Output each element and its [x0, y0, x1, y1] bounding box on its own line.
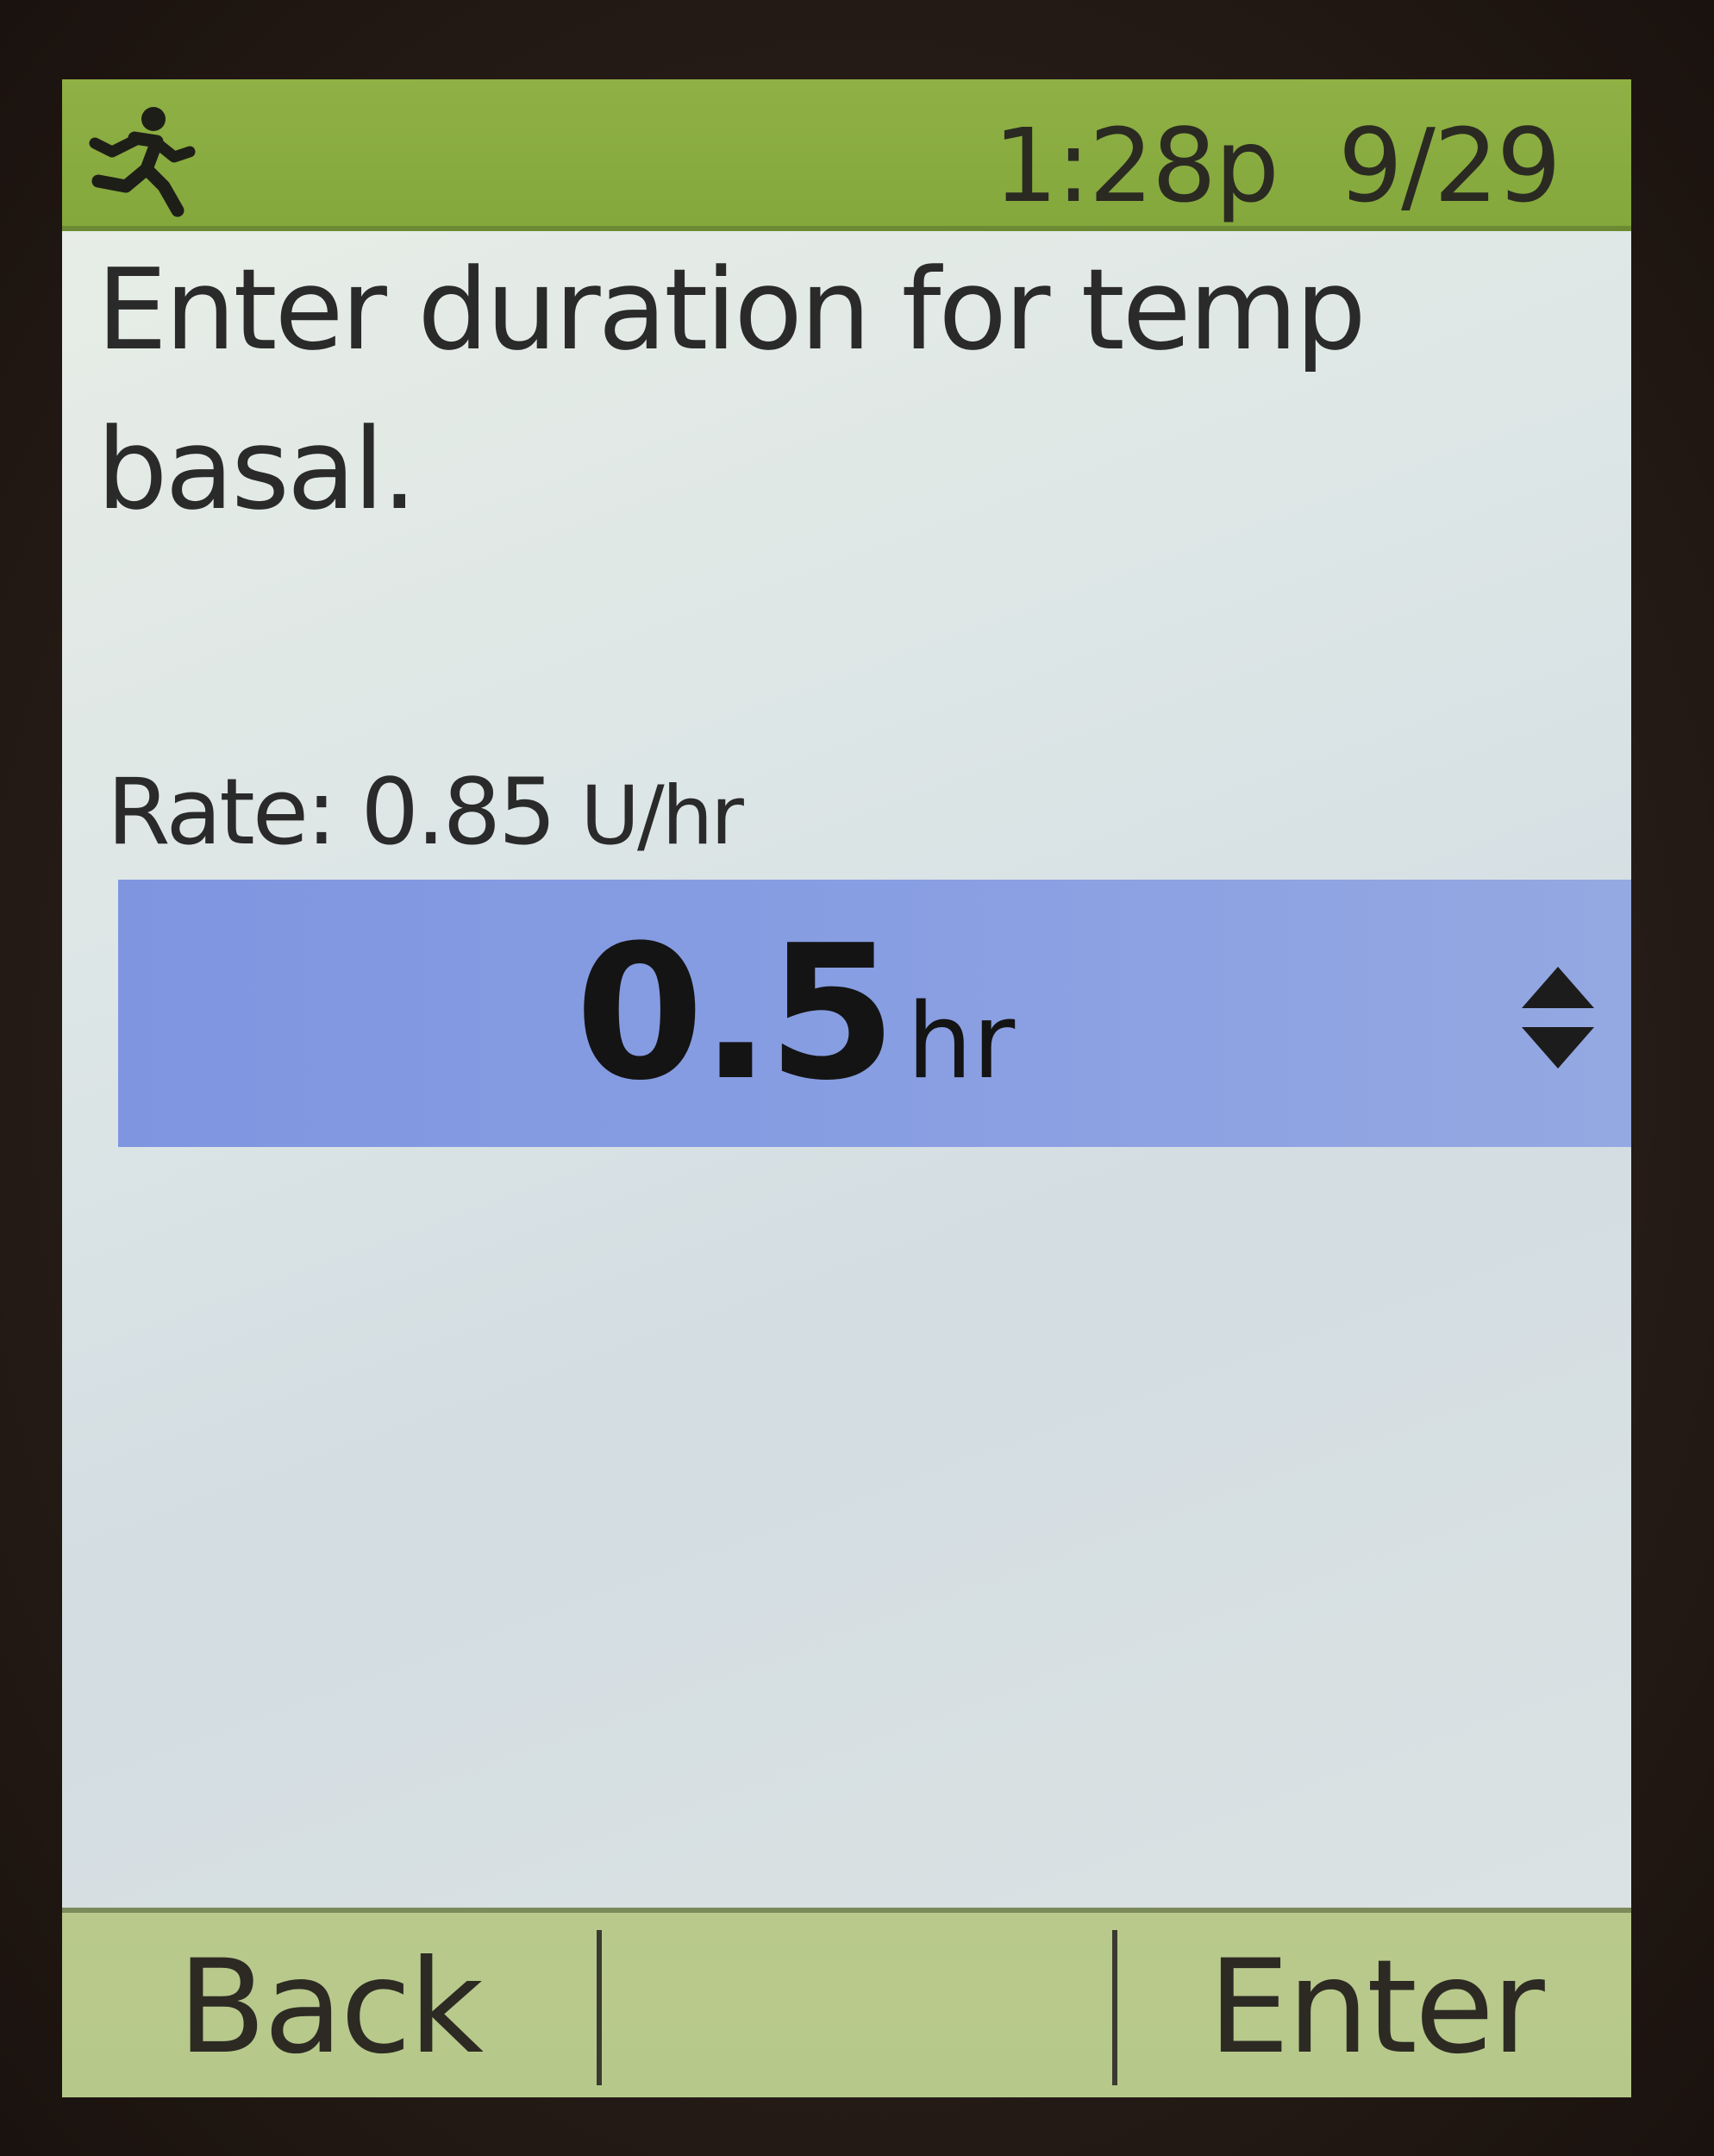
pump-screen: 1:28p 9/29 Enter duration for temp basal…: [62, 79, 1631, 2097]
running-person-icon: [89, 107, 196, 217]
softkey-divider: [597, 1930, 602, 2085]
softkey-bar: Back Enter: [62, 1908, 1631, 2097]
softkey-divider: [1112, 1930, 1117, 2085]
duration-unit: hr: [906, 982, 1016, 1102]
up-down-arrows-icon[interactable]: [1515, 962, 1601, 1074]
duration-value: 0.5: [575, 905, 897, 1121]
back-button[interactable]: Back: [62, 1913, 597, 2097]
status-bar: 1:28p 9/29: [62, 79, 1631, 231]
enter-button[interactable]: Enter: [1119, 1913, 1631, 2097]
status-time: 1:28p: [993, 106, 1279, 225]
rate-line: Rate: 0.85 U/hr: [107, 752, 744, 877]
middle-softkey[interactable]: [604, 1913, 1112, 2097]
duration-selector[interactable]: 0.5 hr: [118, 880, 1631, 1147]
duration-display: 0.5 hr: [575, 880, 1015, 1147]
status-date: 9/29: [1338, 106, 1561, 225]
rate-unit: U/hr: [580, 769, 744, 863]
rate-label: Rate: 0.85: [107, 759, 556, 865]
pump-device: 1:28p 9/29 Enter duration for temp basal…: [0, 0, 1714, 2156]
prompt-text: Enter duration for temp basal.: [97, 244, 1367, 535]
